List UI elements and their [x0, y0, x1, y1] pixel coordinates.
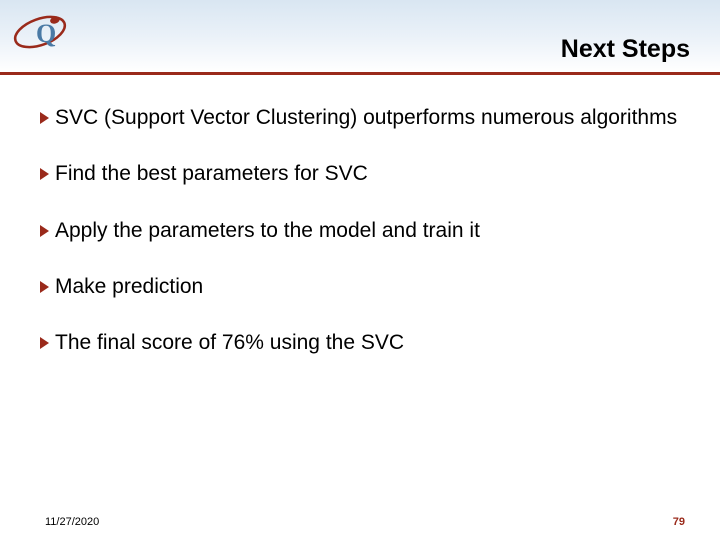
list-item: Apply the parameters to the model and tr…: [40, 218, 680, 244]
bullet-text: SVC (Support Vector Clustering) outperfo…: [55, 105, 677, 131]
bullet-icon: [40, 281, 49, 293]
svg-text:Q: Q: [36, 19, 56, 48]
bullet-text: Make prediction: [55, 274, 203, 300]
list-item: The final score of 76% using the SVC: [40, 330, 680, 356]
slide-title: Next Steps: [561, 35, 690, 64]
list-item: Make prediction: [40, 274, 680, 300]
slide-content: SVC (Support Vector Clustering) outperfo…: [0, 75, 720, 356]
bullet-text: Apply the parameters to the model and tr…: [55, 218, 480, 244]
bullet-icon: [40, 337, 49, 349]
page-number: 79: [673, 516, 685, 528]
list-item: Find the best parameters for SVC: [40, 161, 680, 187]
bullet-icon: [40, 225, 49, 237]
footer-date: 11/27/2020: [45, 516, 99, 528]
slide-footer: 11/27/2020 79: [0, 516, 720, 528]
logo-icon: Q: [10, 2, 70, 62]
list-item: SVC (Support Vector Clustering) outperfo…: [40, 105, 680, 131]
bullet-text: The final score of 76% using the SVC: [55, 330, 404, 356]
bullet-icon: [40, 168, 49, 180]
slide-header: Q Next Steps: [0, 0, 720, 72]
bullet-text: Find the best parameters for SVC: [55, 161, 368, 187]
bullet-icon: [40, 112, 49, 124]
